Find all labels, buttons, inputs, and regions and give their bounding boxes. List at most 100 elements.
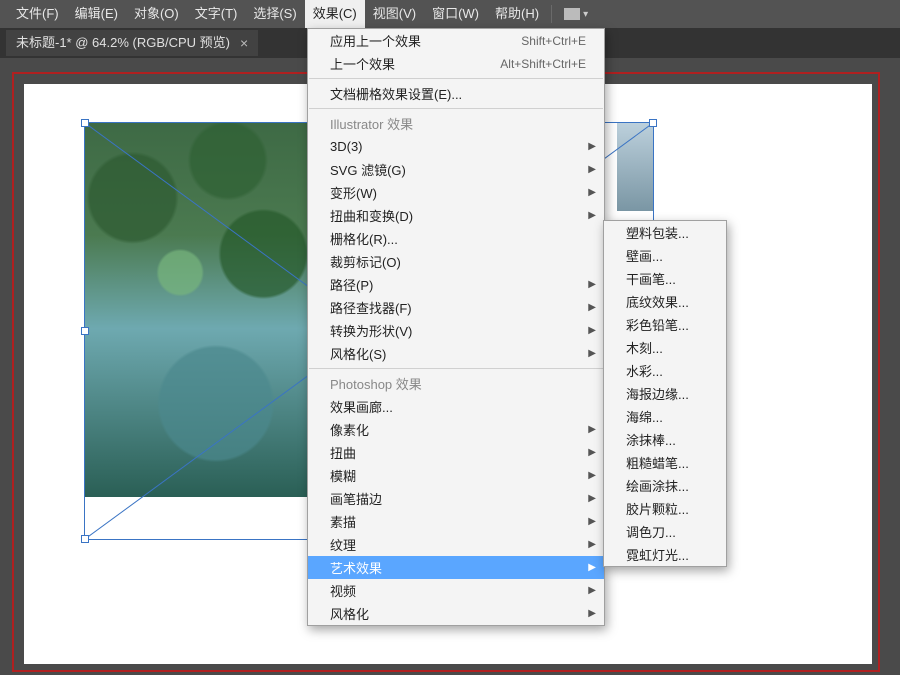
menu-header-illustrator: Illustrator 效果: [308, 112, 604, 135]
menu-item-label: 文档栅格效果设置(E)...: [330, 84, 462, 103]
resize-handle-top-left[interactable]: [81, 119, 89, 127]
menu-item-label: 扭曲: [330, 443, 356, 462]
menu-item-label: 效果画廊...: [330, 397, 393, 416]
submenu-arrow-icon: ▶: [588, 539, 596, 550]
menu-divider: [309, 368, 603, 369]
menu-item-illustrator-9[interactable]: 风格化(S)▶: [308, 342, 604, 365]
menu-item-label: 海报边缘...: [626, 384, 689, 403]
menu-item-last-effect[interactable]: 上一个效果 Alt+Shift+Ctrl+E: [308, 52, 604, 75]
effects-dropdown: 应用上一个效果 Shift+Ctrl+E 上一个效果 Alt+Shift+Ctr…: [307, 28, 605, 626]
menu-item-artistic-9[interactable]: 涂抹棒...: [604, 428, 726, 451]
menu-window[interactable]: 窗口(W): [424, 0, 487, 28]
menu-item-photoshop-6[interactable]: 纹理 ▶: [308, 533, 604, 556]
menu-item-photoshop-5[interactable]: 素描 ▶: [308, 510, 604, 533]
menu-object[interactable]: 对象(O): [126, 0, 187, 28]
menu-item-apply-last-effect[interactable]: 应用上一个效果 Shift+Ctrl+E: [308, 29, 604, 52]
menu-item-artistic-7[interactable]: 海报边缘...: [604, 382, 726, 405]
submenu-arrow-icon: ▶: [588, 164, 596, 175]
submenu-arrow-icon: ▶: [588, 210, 596, 221]
document-tab-title: 未标题-1* @ 64.2% (RGB/CPU 预览): [16, 30, 230, 56]
menu-item-label: 路径查找器(F): [330, 298, 412, 317]
menu-view[interactable]: 视图(V): [365, 0, 424, 28]
menu-file[interactable]: 文件(F): [8, 0, 67, 28]
menu-item-artistic-12[interactable]: 胶片颗粒...: [604, 497, 726, 520]
menu-header-photoshop: Photoshop 效果: [308, 372, 604, 395]
menu-item-label: 素描: [330, 512, 356, 531]
document-tab[interactable]: 未标题-1* @ 64.2% (RGB/CPU 预览) ×: [6, 30, 258, 56]
menu-item-label: 水彩...: [626, 361, 663, 380]
menu-item-artistic-10[interactable]: 粗糙蜡笔...: [604, 451, 726, 474]
menu-item-illustrator-4[interactable]: 栅格化(R)...: [308, 227, 604, 250]
menu-item-label: 壁画...: [626, 246, 663, 265]
menu-item-label: 纹理: [330, 535, 356, 554]
close-icon[interactable]: ×: [240, 30, 248, 56]
menu-item-photoshop-3[interactable]: 模糊 ▶: [308, 464, 604, 487]
menu-item-illustrator-7[interactable]: 路径查找器(F)▶: [308, 296, 604, 319]
menu-item-photoshop-1[interactable]: 像素化▶: [308, 418, 604, 441]
menu-item-photoshop-8[interactable]: 视频▶: [308, 579, 604, 602]
menu-item-label: 扭曲和变换(D): [330, 206, 413, 225]
menu-item-artistic-11[interactable]: 绘画涂抹...: [604, 474, 726, 497]
submenu-arrow-icon: ▶: [588, 608, 596, 619]
submenu-arrow-icon: ▶: [588, 447, 596, 458]
menu-item-illustrator-3[interactable]: 扭曲和变换(D) ▶: [308, 204, 604, 227]
menu-item-label: 栅格化(R)...: [330, 229, 398, 248]
menu-item-illustrator-5[interactable]: 裁剪标记(O): [308, 250, 604, 273]
menu-item-doc-raster-settings[interactable]: 文档栅格效果设置(E)...: [308, 82, 604, 105]
resize-handle-middle-left[interactable]: [81, 327, 89, 335]
menu-header-label: Photoshop 效果: [330, 374, 422, 393]
menu-item-label: 底纹效果...: [626, 292, 689, 311]
menu-item-label: 调色刀...: [626, 522, 676, 541]
menu-item-label: 裁剪标记(O): [330, 252, 401, 271]
menu-item-artistic-6[interactable]: 水彩...: [604, 359, 726, 382]
menu-item-illustrator-0[interactable]: 3D(3) ▶: [308, 135, 604, 158]
submenu-arrow-icon: ▶: [588, 424, 596, 435]
submenu-arrow-icon: ▶: [588, 141, 596, 152]
menu-item-photoshop-7[interactable]: 艺术效果▶: [308, 556, 604, 579]
menu-item-label: 上一个效果: [330, 54, 395, 73]
menu-shortcut: Alt+Shift+Ctrl+E: [500, 57, 586, 71]
menu-item-label: 模糊: [330, 466, 356, 485]
menu-help[interactable]: 帮助(H): [487, 0, 547, 28]
menu-item-illustrator-6[interactable]: 路径(P)▶: [308, 273, 604, 296]
menu-item-artistic-2[interactable]: 干画笔...: [604, 267, 726, 290]
menu-item-artistic-3[interactable]: 底纹效果...: [604, 290, 726, 313]
menu-item-photoshop-0[interactable]: 效果画廊...: [308, 395, 604, 418]
menu-item-label: 风格化: [330, 604, 369, 623]
menu-item-label: 应用上一个效果: [330, 31, 421, 50]
submenu-arrow-icon: ▶: [588, 187, 596, 198]
menu-shortcut: Shift+Ctrl+E: [521, 34, 586, 48]
menu-item-artistic-14[interactable]: 霓虹灯光...: [604, 543, 726, 566]
menu-item-photoshop-9[interactable]: 风格化 ▶: [308, 602, 604, 625]
menu-item-label: 粗糙蜡笔...: [626, 453, 689, 472]
menu-item-photoshop-4[interactable]: 画笔描边▶: [308, 487, 604, 510]
menu-item-artistic-8[interactable]: 海绵...: [604, 405, 726, 428]
resize-handle-bottom-left[interactable]: [81, 535, 89, 543]
menu-item-artistic-13[interactable]: 调色刀...: [604, 520, 726, 543]
menu-item-label: 涂抹棒...: [626, 430, 676, 449]
menu-text[interactable]: 文字(T): [187, 0, 246, 28]
workspace-switcher[interactable]: ▾: [556, 8, 596, 20]
menu-item-label: 转换为形状(V): [330, 321, 412, 340]
resize-handle-top-right[interactable]: [649, 119, 657, 127]
menu-item-label: 彩色铅笔...: [626, 315, 689, 334]
menu-item-artistic-1[interactable]: 壁画...: [604, 244, 726, 267]
menu-select[interactable]: 选择(S): [245, 0, 304, 28]
submenu-arrow-icon: ▶: [588, 516, 596, 527]
submenu-arrow-icon: ▶: [588, 279, 596, 290]
menu-divider: [309, 78, 603, 79]
menubar: 文件(F) 编辑(E) 对象(O) 文字(T) 选择(S) 效果(C) 视图(V…: [0, 0, 900, 28]
menu-item-artistic-0[interactable]: 塑料包装...: [604, 221, 726, 244]
menu-item-label: SVG 滤镜(G): [330, 160, 406, 179]
menu-item-illustrator-1[interactable]: SVG 滤镜(G) ▶: [308, 158, 604, 181]
menu-item-photoshop-2[interactable]: 扭曲 ▶: [308, 441, 604, 464]
menu-item-label: 艺术效果: [330, 558, 382, 577]
menu-item-illustrator-2[interactable]: 变形(W)▶: [308, 181, 604, 204]
menu-effects[interactable]: 效果(C): [305, 0, 365, 28]
menu-edit[interactable]: 编辑(E): [67, 0, 126, 28]
menu-item-illustrator-8[interactable]: 转换为形状(V)▶: [308, 319, 604, 342]
submenu-arrow-icon: ▶: [588, 470, 596, 481]
menu-item-artistic-5[interactable]: 木刻...: [604, 336, 726, 359]
menu-item-artistic-4[interactable]: 彩色铅笔...: [604, 313, 726, 336]
menu-item-label: 3D(3): [330, 139, 363, 154]
